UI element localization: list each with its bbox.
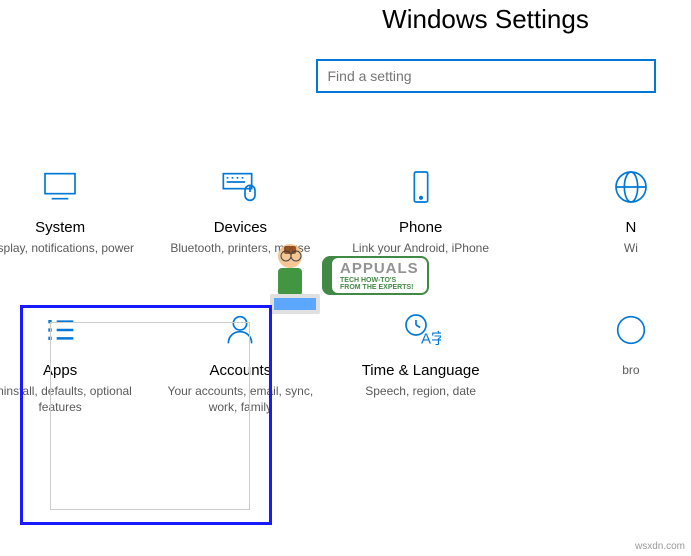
tile-desc: Uninstall, defaults, optional features xyxy=(0,383,138,415)
tile-title: Accounts xyxy=(162,362,318,379)
tile-title: Apps xyxy=(0,362,138,379)
tile-time-language[interactable]: A字 Time & Language Speech, region, date xyxy=(331,306,511,415)
tile-network[interactable]: N Wi xyxy=(511,163,691,256)
tile-desc: Speech, region, date xyxy=(343,383,499,399)
tile-desc: Wi xyxy=(523,240,679,256)
tile-title: System xyxy=(0,219,138,236)
svg-text:A字: A字 xyxy=(421,331,441,348)
tile-title: Time & Language xyxy=(343,362,499,379)
globe-icon xyxy=(523,163,679,211)
tile-desc: Your accounts, email, sync, work, family xyxy=(162,383,318,415)
tile-system[interactable]: System Display, notifications, power xyxy=(0,163,150,256)
search-input[interactable] xyxy=(316,59,656,93)
tile-accounts[interactable]: Accounts Your accounts, email, sync, wor… xyxy=(150,306,330,415)
tile-desc: bro xyxy=(523,362,679,378)
keyboard-icon xyxy=(162,163,318,211)
page-title: Windows Settings xyxy=(0,4,691,35)
tile-title: Phone xyxy=(343,219,499,236)
settings-grid: System Display, notifications, power Dev… xyxy=(0,123,691,416)
phone-icon xyxy=(343,163,499,211)
time-language-icon: A字 xyxy=(343,306,499,354)
person-icon xyxy=(162,306,318,354)
tile-title: N xyxy=(523,219,679,236)
display-icon xyxy=(0,163,138,211)
tile-desc: Display, notifications, power xyxy=(0,240,138,256)
tile-devices[interactable]: Devices Bluetooth, printers, mouse xyxy=(150,163,330,256)
tile-apps[interactable]: Apps Uninstall, defaults, optional featu… xyxy=(0,306,150,415)
source-label: wsxdn.com xyxy=(635,541,685,552)
tile-phone[interactable]: Phone Link your Android, iPhone xyxy=(331,163,511,256)
tile-desc: Bluetooth, printers, mouse xyxy=(162,240,318,256)
tile-desc: Link your Android, iPhone xyxy=(343,240,499,256)
tile-title: Devices xyxy=(162,219,318,236)
circle-icon xyxy=(523,306,679,354)
apps-list-icon xyxy=(0,306,138,354)
tile-cortana[interactable]: bro xyxy=(511,306,691,415)
